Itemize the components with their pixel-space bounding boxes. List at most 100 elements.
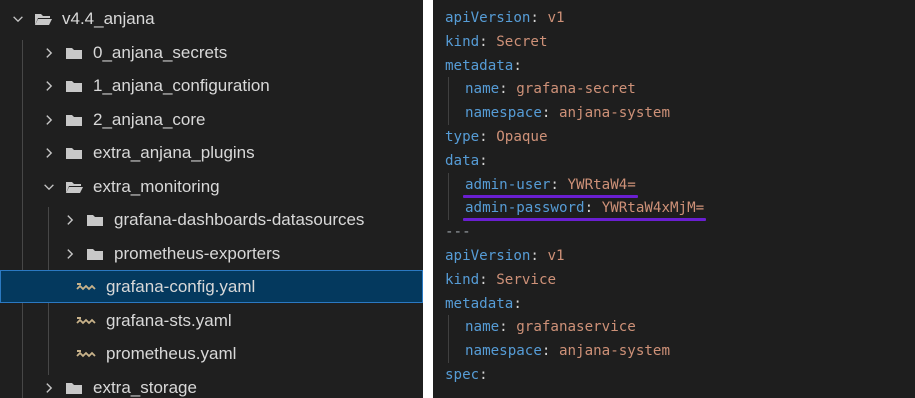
yaml-colon: : — [499, 81, 517, 97]
code-line[interactable]: --- — [445, 220, 471, 244]
highlight-underline — [463, 195, 638, 198]
code-line-content: name: grafanaservice — [465, 319, 636, 335]
code-line[interactable]: data: — [445, 149, 488, 173]
yaml-key: admin-password — [465, 200, 585, 216]
chevron-right-icon[interactable] — [62, 246, 78, 262]
yaml-key: kind — [445, 34, 480, 50]
chevron-down-icon[interactable] — [10, 11, 26, 27]
yaml-file-icon — [76, 282, 96, 292]
code-line-content: name: grafana-secret — [465, 81, 636, 97]
yaml-key: apiVersion — [445, 10, 531, 26]
chevron-right-icon[interactable] — [41, 112, 57, 128]
code-line[interactable]: namespace: anjana-system — [445, 339, 670, 363]
code-line-content: kind: Service — [445, 272, 556, 288]
yaml-colon: : — [479, 153, 488, 169]
code-line[interactable]: metadata: — [445, 292, 522, 316]
indent-guide — [445, 339, 465, 363]
tree-folder-extra-anjana-plugins[interactable]: extra_anjana_plugins — [0, 136, 423, 169]
code-line-content: apiVersion: v1 — [445, 248, 565, 264]
yaml-colon: : — [550, 177, 568, 193]
yaml-colon: : — [499, 319, 517, 335]
yaml-key: data — [445, 153, 480, 169]
code-line[interactable]: name: grafanaservice — [445, 315, 636, 339]
tree-file-grafana-config-yaml[interactable]: grafana-config.yaml — [0, 270, 423, 303]
tree-folder-grafana-dashboards-datasources[interactable]: grafana-dashboards-datasources — [0, 203, 423, 236]
code-editor[interactable]: apiVersion: v1 kind: Secret metadata: name:… — [433, 0, 915, 398]
yaml-value: anjana-system — [558, 105, 671, 121]
code-line[interactable]: spec: — [445, 363, 488, 387]
yaml-value: Opaque — [496, 129, 548, 145]
code-line[interactable]: kind: Service — [445, 268, 556, 292]
yaml-colon: : — [479, 272, 497, 288]
folder-icon — [86, 213, 104, 227]
yaml-value: v1 — [547, 10, 565, 26]
tree-file-grafana-sts-yaml[interactable]: grafana-sts.yaml — [0, 304, 423, 337]
code-line-content: namespace: anjana-system — [465, 105, 670, 121]
tree-item-label: 0_anjana_secrets — [93, 42, 228, 62]
tree-item-label: extra_monitoring — [93, 176, 220, 196]
yaml-key: apiVersion — [445, 248, 531, 264]
code-line[interactable]: metadata: — [445, 54, 522, 78]
code-line[interactable]: apiVersion: v1 — [445, 6, 565, 30]
code-line[interactable]: kind: Secret — [445, 30, 548, 54]
chevron-right-icon[interactable] — [41, 380, 57, 396]
code-line-content: metadata: — [445, 296, 522, 312]
folder-icon — [65, 46, 83, 60]
tree-folder-0-anjana-secrets[interactable]: 0_anjana_secrets — [0, 36, 423, 69]
tree-folder-extra-monitoring[interactable]: extra_monitoring — [0, 170, 423, 203]
code-line-content: type: Opaque — [445, 129, 548, 145]
tree-item-label: extra_anjana_plugins — [93, 142, 255, 162]
chevron-right-icon[interactable] — [41, 78, 57, 94]
tree-file-prometheus-yaml[interactable]: prometheus.yaml — [0, 337, 423, 370]
yaml-colon: : — [479, 34, 497, 50]
tree-item-label: grafana-dashboards-datasources — [114, 209, 365, 229]
folder-icon — [86, 247, 104, 261]
yaml-colon: : — [541, 343, 559, 359]
panel-divider — [423, 0, 433, 398]
tree-folder-prometheus-exporters[interactable]: prometheus-exporters — [0, 237, 423, 270]
code-line[interactable]: namespace: anjana-system — [445, 101, 670, 125]
code-line-content: spec: — [445, 367, 488, 383]
chevron-right-icon[interactable] — [41, 145, 57, 161]
chevron-down-icon[interactable] — [41, 179, 57, 195]
yaml-key: metadata — [445, 58, 514, 74]
yaml-key: metadata — [445, 296, 514, 312]
code-line[interactable]: admin-user: YWRtaW4= — [445, 173, 636, 197]
code-line-content: apiVersion: v1 — [445, 10, 565, 26]
tree-item-label: grafana-sts.yaml — [106, 310, 232, 330]
indent-guide — [445, 173, 465, 197]
indent-guide — [445, 101, 465, 125]
code-line[interactable]: type: Opaque — [445, 125, 548, 149]
yaml-colon: : — [479, 129, 497, 145]
code-line-content: metadata: — [445, 58, 522, 74]
yaml-value: Secret — [496, 34, 548, 50]
folder-icon — [65, 79, 83, 93]
code-line[interactable]: name: grafana-secret — [445, 77, 636, 101]
tree-item-label: prometheus-exporters — [114, 243, 281, 263]
yaml-document-separator: --- — [445, 224, 471, 240]
code-line-content: admin-password: YWRtaW4xMjM= — [465, 200, 704, 216]
tree-item-label: 2_anjana_core — [93, 109, 206, 129]
folder-icon — [65, 113, 83, 127]
indent-guide — [445, 196, 465, 220]
tree-folder-v4-4-anjana[interactable]: v4.4_anjana — [0, 2, 423, 35]
yaml-colon: : — [584, 200, 602, 216]
tree-folder-2-anjana-core[interactable]: 2_anjana_core — [0, 103, 423, 136]
chevron-right-icon[interactable] — [41, 45, 57, 61]
indent-guide — [445, 77, 465, 101]
chevron-right-icon[interactable] — [62, 212, 78, 228]
yaml-value: Service — [496, 272, 557, 288]
yaml-key: name — [465, 81, 500, 97]
tree-folder-extra-storage[interactable]: extra_storage — [0, 371, 423, 398]
yaml-value: YWRtaW4= — [567, 177, 636, 193]
tree-folder-1-anjana-configuration[interactable]: 1_anjana_configuration — [0, 69, 423, 102]
code-line-content: --- — [445, 224, 471, 240]
code-line-content: namespace: anjana-system — [465, 343, 670, 359]
highlight-underline — [463, 218, 707, 221]
code-line[interactable]: apiVersion: v1 — [445, 244, 565, 268]
code-line[interactable]: admin-password: YWRtaW4xMjM= — [445, 196, 704, 220]
indent-guide — [445, 315, 465, 339]
yaml-value: YWRtaW4xMjM= — [601, 200, 705, 216]
yaml-file-icon — [76, 349, 96, 359]
yaml-key: name — [465, 319, 500, 335]
